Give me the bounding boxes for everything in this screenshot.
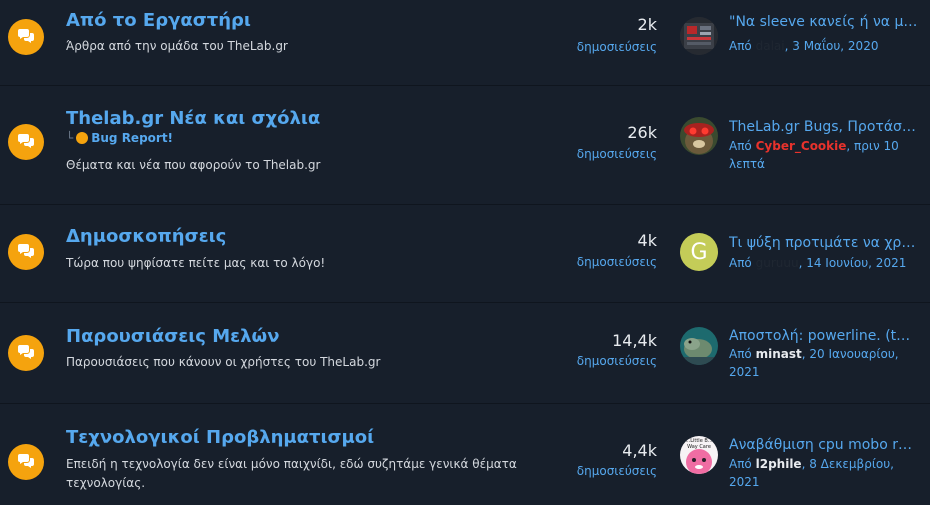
- latest-topic-link[interactable]: "Να sleeve κανείς ή να μη…: [729, 14, 919, 30]
- forum-description: Θέματα και νέα που αφορούν το Thelab.gr: [66, 158, 321, 172]
- latest-post-meta: Από Cyber_Cookie, πριν 10 λεπτά: [729, 137, 919, 173]
- user-avatar[interactable]: G: [680, 233, 718, 271]
- latest-post-meta: Από guruuu, 14 Ιουνίου, 2021: [729, 254, 919, 272]
- user-avatar[interactable]: [680, 17, 718, 55]
- post-count: 26k: [627, 123, 657, 142]
- forum-title[interactable]: Τεχνολογικοί Προβληματισμοί: [66, 427, 374, 448]
- forum-title[interactable]: Παρουσιάσεις Μελών: [66, 326, 279, 347]
- post-count-label: δημοσιεύσεις: [576, 255, 657, 269]
- forum-title[interactable]: Δημοσκοπήσεις: [66, 226, 226, 247]
- forum-row: Thelab.gr Νέα και σχόλια └ Bug Report! Θ…: [0, 86, 930, 205]
- latest-date: , 8 Δεκεμβρίου, 2021: [729, 457, 894, 489]
- latest-topic-link[interactable]: Αναβάθμιση cpu mobo ram: [729, 437, 919, 453]
- chat-bubbles-icon[interactable]: [8, 234, 44, 270]
- avatar-letter: G: [690, 239, 708, 265]
- avatar-caption: ...Little B... Way Care: [685, 438, 713, 450]
- forum-description: Άρθρα από την ομάδα του TheLab.gr: [66, 39, 288, 53]
- by-label: Από: [729, 256, 752, 270]
- forum-description: Τώρα που ψηφίσατε πείτε μας και το λόγο!: [66, 256, 326, 270]
- subforum-list: └ Bug Report!: [66, 131, 173, 145]
- post-count: 4,4k: [622, 441, 657, 460]
- subforum-prefix: └: [66, 131, 74, 145]
- by-label: Από: [729, 347, 752, 361]
- post-count: 14,4k: [612, 331, 657, 350]
- latest-date: , 14 Ιουνίου, 2021: [798, 256, 907, 270]
- post-count-label: δημοσιεύσεις: [576, 354, 657, 368]
- chat-bubbles-icon[interactable]: [8, 444, 44, 480]
- latest-post-meta: Από minast, 20 Ιανουαρίου, 2021: [729, 345, 919, 381]
- by-label: Από: [729, 39, 752, 53]
- post-count-label: δημοσιεύσεις: [576, 40, 657, 54]
- user-avatar[interactable]: [680, 327, 718, 365]
- user-avatar[interactable]: [680, 117, 718, 155]
- chat-bubbles-icon[interactable]: [8, 335, 44, 371]
- forum-title[interactable]: Από το Εργαστήρι: [66, 10, 251, 31]
- latest-topic-link[interactable]: Αποστολή: powerline. (tp-li…: [729, 328, 919, 344]
- by-label: Από: [729, 139, 752, 153]
- latest-post-meta: Από dalai, 3 Μαΐου, 2020: [729, 37, 919, 55]
- forum-description: Επειδή η τεχνολογία δεν είναι μόνο παιχν…: [66, 457, 517, 490]
- chat-bubbles-icon[interactable]: [8, 124, 44, 160]
- post-count: 4k: [637, 231, 657, 250]
- by-label: Από: [729, 457, 752, 471]
- latest-date: , 20 Ιανουαρίου, 2021: [729, 347, 899, 379]
- post-count-label: δημοσιεύσεις: [576, 464, 657, 478]
- forum-title[interactable]: Thelab.gr Νέα και σχόλια: [66, 108, 320, 129]
- latest-topic-link[interactable]: Τι ψύξη προτιμάτε να χρησι…: [729, 235, 919, 251]
- forum-row: Από το Εργαστήρι Άρθρα από την ομάδα του…: [0, 0, 930, 86]
- subforum-link[interactable]: Bug Report!: [91, 131, 173, 145]
- forum-list: Από το Εργαστήρι Άρθρα από την ομάδα του…: [0, 0, 930, 505]
- forum-row: Τεχνολογικοί Προβληματισμοί Επειδή η τεχ…: [0, 404, 930, 505]
- latest-author-link[interactable]: guruuu: [756, 256, 799, 270]
- latest-author-link[interactable]: minast: [756, 347, 802, 361]
- latest-author-link[interactable]: Cyber_Cookie: [756, 139, 847, 153]
- subforum-dot-icon: [76, 132, 89, 144]
- latest-date: , 3 Μαΐου, 2020: [784, 39, 879, 53]
- forum-description: Παρουσιάσεις που κάνουν οι χρήστες του T…: [66, 355, 381, 369]
- latest-author-link[interactable]: dalai: [756, 39, 785, 53]
- forum-row: Παρουσιάσεις Μελών Παρουσιάσεις που κάνο…: [0, 303, 930, 404]
- latest-topic-link[interactable]: TheLab.gr Bugs, Προτάσεις…: [729, 119, 919, 135]
- chat-bubbles-icon[interactable]: [8, 19, 44, 55]
- latest-author-link[interactable]: l2phile: [756, 457, 802, 471]
- post-count-label: δημοσιεύσεις: [576, 147, 657, 161]
- post-count: 2k: [637, 15, 657, 34]
- forum-row: Δημοσκοπήσεις Τώρα που ψηφίσατε πείτε μα…: [0, 205, 930, 303]
- user-avatar[interactable]: ...Little B... Way Care: [680, 436, 718, 474]
- latest-post-meta: Από l2phile, 8 Δεκεμβρίου, 2021: [729, 455, 919, 491]
